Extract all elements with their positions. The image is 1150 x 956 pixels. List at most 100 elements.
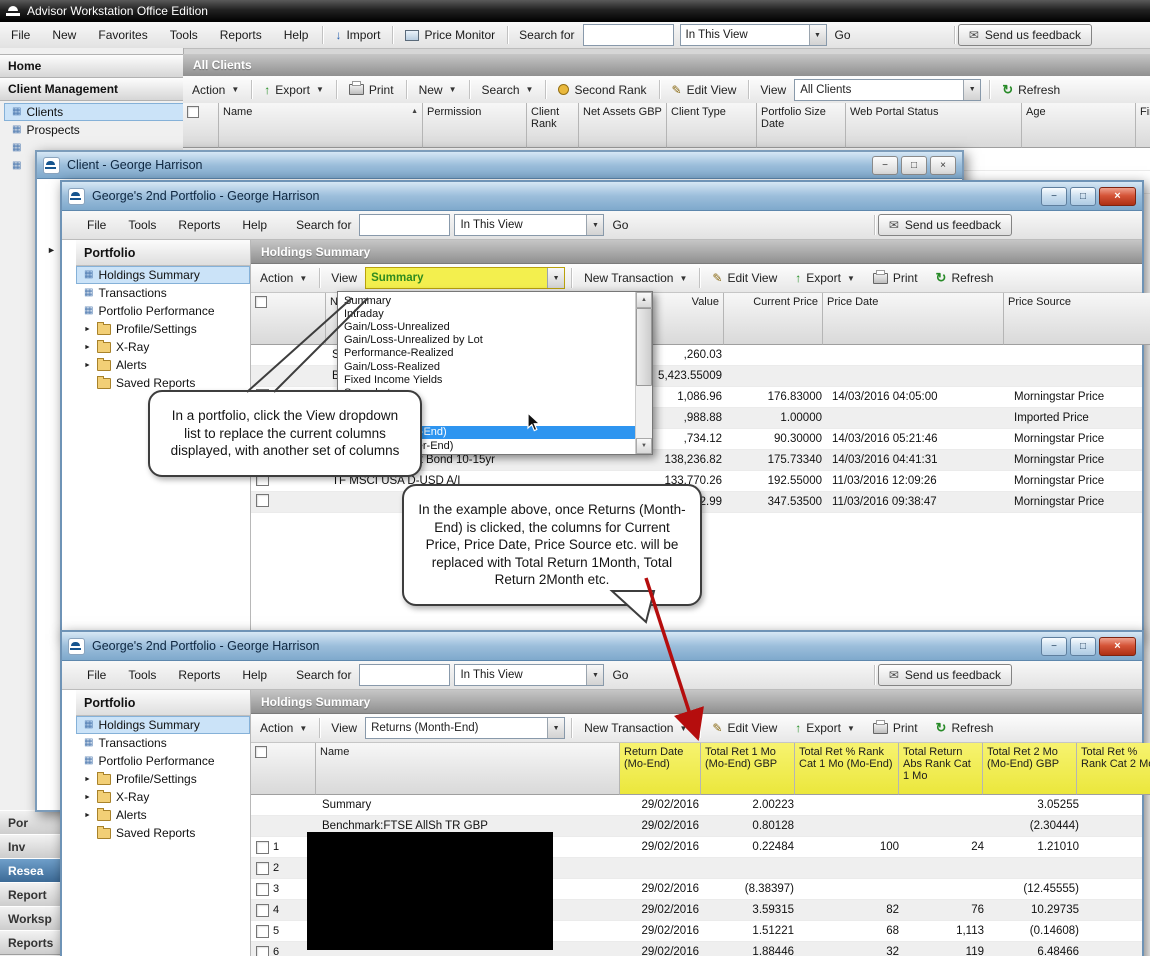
expand-icon[interactable]: ► xyxy=(84,812,92,819)
action-menu[interactable]: Action ▼ xyxy=(251,271,316,285)
menu-reports[interactable]: Reports xyxy=(167,218,231,232)
menu-help[interactable]: Help xyxy=(231,668,278,682)
menu-help[interactable]: Help xyxy=(273,28,320,42)
go-button[interactable]: Go xyxy=(604,668,636,682)
col-return-date[interactable]: Return Date (Mo-End) xyxy=(620,743,701,795)
go-button[interactable]: Go xyxy=(604,218,636,232)
menu-help[interactable]: Help xyxy=(231,218,278,232)
go-button[interactable]: Go xyxy=(827,28,859,42)
edit-view-button[interactable]: ✎ Edit View xyxy=(703,721,786,735)
chevron-down-icon[interactable]: ▼ xyxy=(547,718,565,738)
menu-reports[interactable]: Reports xyxy=(167,668,231,682)
search-input[interactable] xyxy=(582,24,674,46)
edit-view-button[interactable]: ✎ Edit View xyxy=(703,271,786,285)
feedback-button[interactable]: ✉ Send us feedback xyxy=(877,214,1012,236)
select-all-cell[interactable] xyxy=(251,743,316,795)
expand-icon[interactable]: ► xyxy=(84,344,92,351)
feedback-button[interactable]: ✉ Send us feedback xyxy=(957,24,1092,46)
col-price-date[interactable]: Price Date xyxy=(823,293,1004,345)
maximize-button[interactable]: □ xyxy=(1070,636,1096,656)
select-all-checkbox[interactable] xyxy=(187,106,199,118)
expand-icon[interactable]: ► xyxy=(84,326,92,333)
close-button[interactable]: × xyxy=(930,155,956,175)
row-checkbox[interactable] xyxy=(256,945,269,956)
menu-tools[interactable]: Tools xyxy=(159,28,209,42)
col-portfolio-size-date[interactable]: Portfolio Size Date xyxy=(757,103,846,148)
row-checkbox[interactable] xyxy=(256,840,269,854)
scroll-down-icon[interactable]: ▼ xyxy=(636,438,652,454)
menu-file[interactable]: File xyxy=(0,28,41,42)
nav-holdings-summary[interactable]: ▦ Holdings Summary xyxy=(76,266,250,284)
sidebar-client-management-header[interactable]: Client Management xyxy=(0,77,192,101)
col-pct-rank-1mo[interactable]: Total Ret % Rank Cat 1 Mo (Mo-End) xyxy=(795,743,899,795)
col-abs-rank-1mo[interactable]: Total Return Abs Rank Cat 1 Mo xyxy=(899,743,983,795)
dropdown-scrollbar[interactable]: ▲ ▼ xyxy=(635,292,652,454)
sidebar-item-prospects[interactable]: ▦ Prospects xyxy=(4,121,187,139)
col-price-source[interactable]: Price Source xyxy=(1004,293,1150,345)
nav-transactions[interactable]: ▦ Transactions xyxy=(76,284,250,302)
view-option[interactable]: Gain/Loss-Unrealized by Lot xyxy=(338,334,635,347)
nav-alerts[interactable]: ► Alerts xyxy=(76,356,250,374)
col-web-portal-status[interactable]: Web Portal Status xyxy=(846,103,1022,148)
refresh-button[interactable]: ↻ Refresh xyxy=(927,270,1003,286)
view-option[interactable]: Fixed Income Yields xyxy=(338,373,635,386)
menu-tools[interactable]: Tools xyxy=(117,218,167,232)
col-name[interactable]: Name ▲ xyxy=(219,103,423,148)
row-checkbox[interactable] xyxy=(256,861,269,875)
action-menu[interactable]: Action ▼ xyxy=(251,721,316,735)
sidebar-home-header[interactable]: Home xyxy=(0,54,192,78)
minimize-button[interactable]: − xyxy=(1041,636,1067,656)
nav-holdings-summary[interactable]: ▦ Holdings Summary xyxy=(76,716,250,734)
col-client-rank[interactable]: Client Rank xyxy=(527,103,579,148)
export-menu[interactable]: ↑ Export ▼ xyxy=(786,271,864,285)
print-button[interactable]: Print xyxy=(340,81,403,97)
row-checkbox[interactable] xyxy=(256,903,269,917)
nav-saved-reports[interactable]: Saved Reports xyxy=(76,824,250,842)
expand-icon[interactable]: ► xyxy=(84,794,92,801)
view-option[interactable]: Performance-Realized xyxy=(338,347,635,360)
nav-portfolio-performance[interactable]: ▦ Portfolio Performance xyxy=(76,752,250,770)
menu-file[interactable]: File xyxy=(76,218,117,232)
nav-alerts[interactable]: ► Alerts xyxy=(76,806,250,824)
print-button[interactable]: Print xyxy=(864,719,927,735)
sidebar-item-clients[interactable]: ▦ Clients xyxy=(4,103,187,121)
view-combo[interactable]: All Clients ▼ xyxy=(794,78,982,101)
col-permission[interactable]: Permission xyxy=(423,103,527,148)
expand-icon[interactable]: ► xyxy=(84,362,92,369)
holding-row[interactable]: Summary 29/02/2016 2.00223 3.05255 xyxy=(251,795,1142,816)
nav-profile-settings[interactable]: ► Profile/Settings xyxy=(76,770,250,788)
nav-profile-settings[interactable]: ► Profile/Settings xyxy=(76,320,250,338)
expand-icon[interactable]: ► xyxy=(84,776,92,783)
view-option[interactable]: Intraday xyxy=(338,307,635,320)
view-combo[interactable]: Returns (Month-End) ▼ xyxy=(365,717,566,739)
nav-x-ray[interactable]: ► X-Ray xyxy=(76,788,250,806)
close-button[interactable]: × xyxy=(1099,186,1136,206)
price-monitor-button[interactable]: Price Monitor xyxy=(396,28,504,42)
menu-tools[interactable]: Tools xyxy=(117,668,167,682)
nav-portfolio-performance[interactable]: ▦ Portfolio Performance xyxy=(76,302,250,320)
menu-new[interactable]: New xyxy=(41,28,87,42)
row-checkbox[interactable] xyxy=(256,924,269,938)
col-pct-rank-2mo[interactable]: Total Ret % Rank Cat 2 Mo xyxy=(1077,743,1150,795)
menu-file[interactable]: File xyxy=(76,668,117,682)
col-current-price[interactable]: Current Price xyxy=(724,293,823,345)
minimize-button[interactable]: − xyxy=(872,155,898,175)
view-option[interactable]: Gain/Loss-Realized xyxy=(338,360,635,373)
nav-transactions[interactable]: ▦ Transactions xyxy=(76,734,250,752)
view-option[interactable]: Summary xyxy=(338,294,635,307)
nav-x-ray[interactable]: ► X-Ray xyxy=(76,338,250,356)
export-menu[interactable]: ↑ Export ▼ xyxy=(255,83,333,97)
edit-view-button[interactable]: ✎ Edit View xyxy=(663,83,746,97)
scroll-up-icon[interactable]: ▲ xyxy=(636,292,652,308)
refresh-button[interactable]: ↻ Refresh xyxy=(993,82,1069,98)
view-filter-combo[interactable]: In This View ▼ xyxy=(454,664,605,686)
import-button[interactable]: ↓ Import xyxy=(326,28,389,42)
view-option[interactable]: Gain/Loss-Unrealized xyxy=(338,320,635,333)
scrollbar-thumb[interactable] xyxy=(636,308,652,386)
export-menu[interactable]: ↑ Export ▼ xyxy=(786,721,864,735)
maximize-button[interactable]: □ xyxy=(1070,186,1096,206)
search-input[interactable] xyxy=(359,214,451,236)
new-transaction-menu[interactable]: New Transaction ▼ xyxy=(575,721,696,735)
menu-favorites[interactable]: Favorites xyxy=(87,28,158,42)
maximize-button[interactable]: □ xyxy=(901,155,927,175)
